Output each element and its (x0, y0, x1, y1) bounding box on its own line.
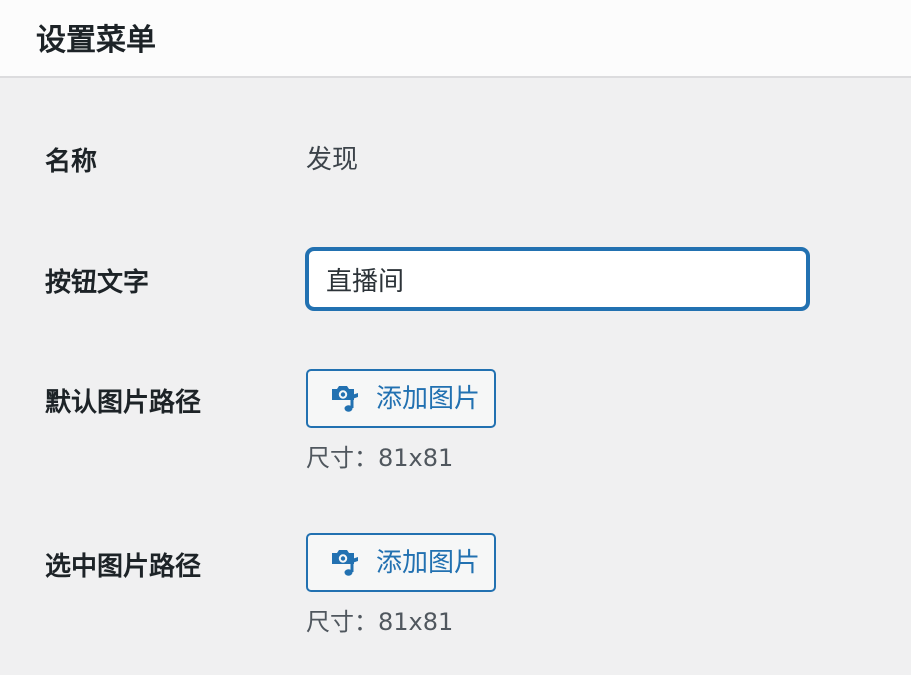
selected-image-add-button[interactable]: 添加图片 (306, 533, 496, 592)
selected-image-add-button-label: 添加图片 (376, 547, 481, 578)
name-value: 发现 (306, 145, 359, 175)
button-text-label: 按钮文字 (45, 268, 150, 298)
selected-image-size-hint: 尺寸：81x81 (306, 608, 454, 636)
default-image-add-button[interactable]: 添加图片 (306, 369, 496, 428)
add-media-icon (328, 545, 364, 581)
selected-image-label: 选中图片路径 (45, 552, 202, 582)
default-image-size-hint: 尺寸：81x81 (306, 444, 454, 472)
default-image-add-button-label: 添加图片 (376, 383, 481, 414)
button-text-input[interactable] (306, 248, 809, 310)
page-title: 设置菜单 (36, 23, 156, 58)
name-label: 名称 (45, 147, 98, 177)
add-media-icon (328, 381, 364, 417)
default-image-label: 默认图片路径 (45, 388, 202, 418)
page-header: 设置菜单 (0, 0, 911, 78)
